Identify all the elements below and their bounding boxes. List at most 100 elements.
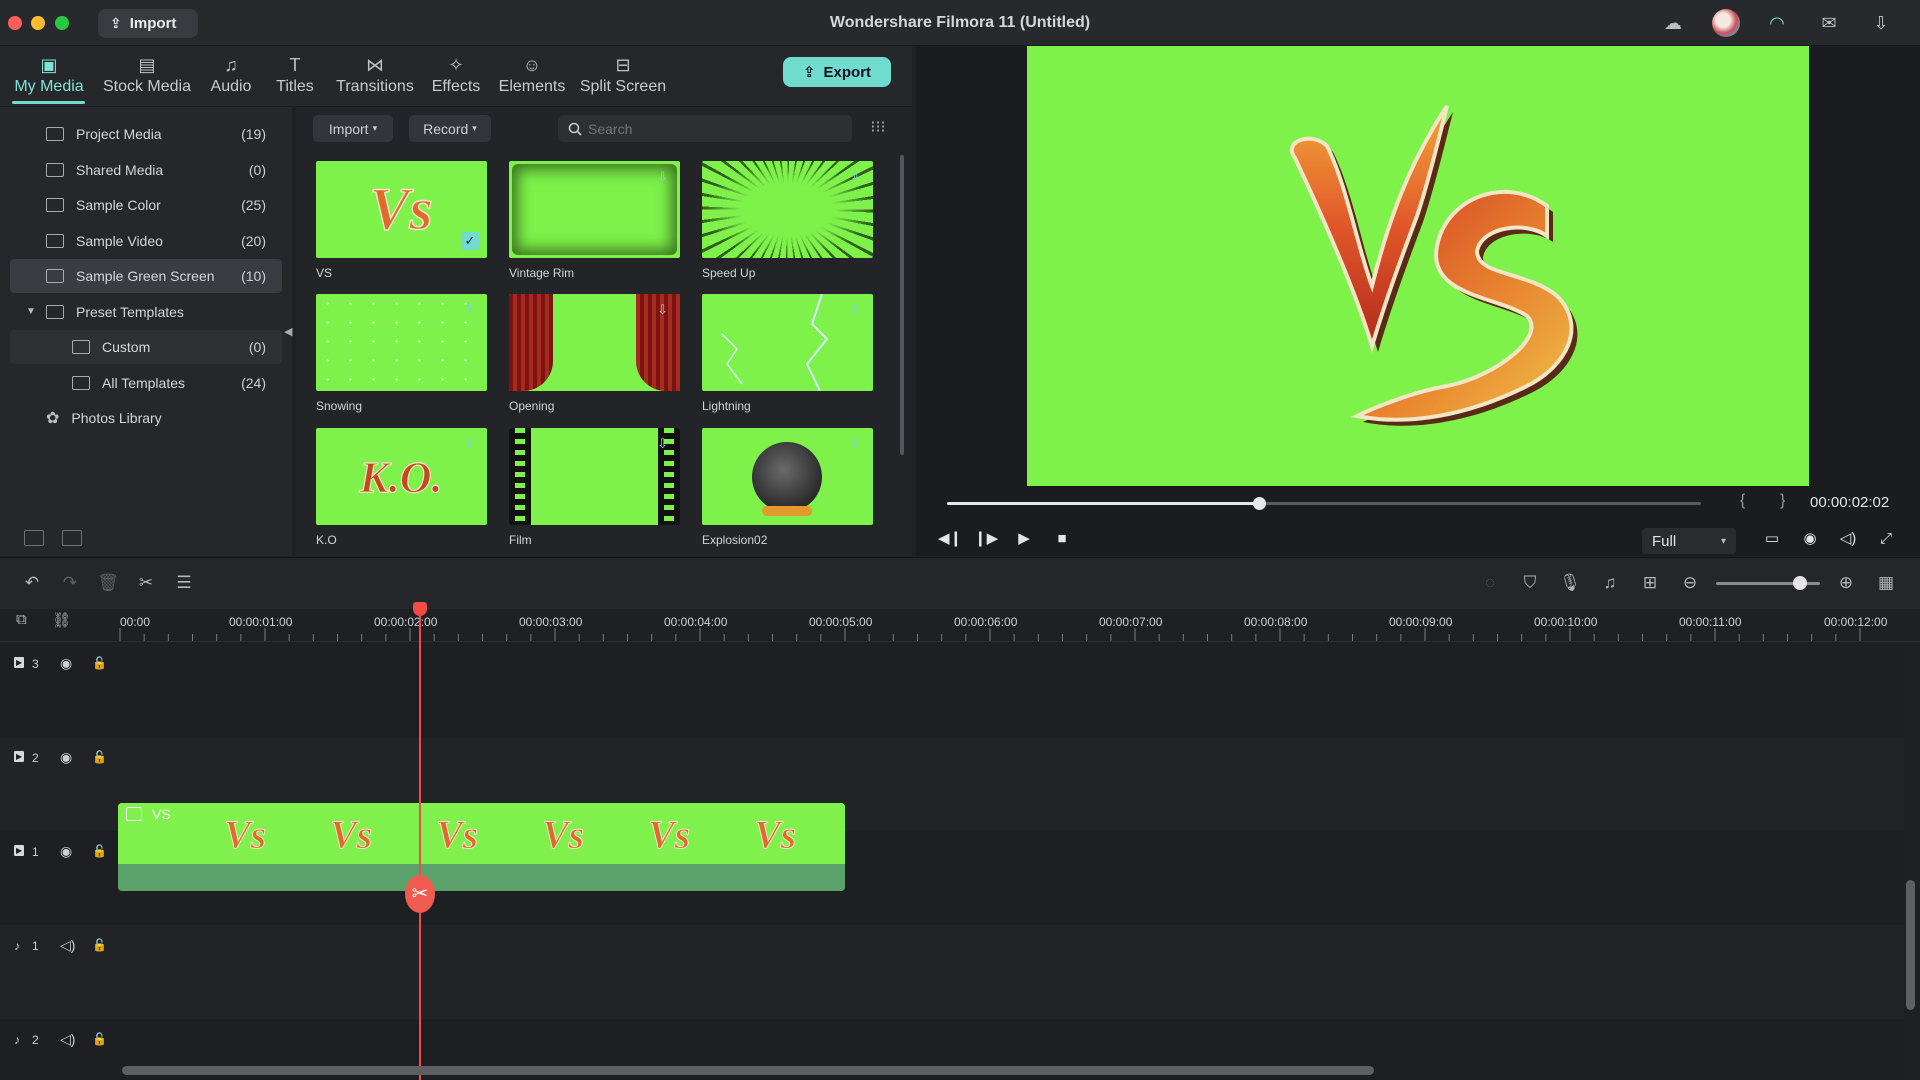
eye-icon[interactable]: ◉ bbox=[60, 843, 72, 860]
microphone-icon[interactable]: 🎙 bbox=[1558, 572, 1582, 594]
record-dropdown[interactable]: Record ▾ bbox=[409, 115, 491, 142]
timeline-toolbar bbox=[0, 557, 1920, 609]
tab-titles[interactable]: T Titles bbox=[270, 46, 320, 106]
media-thumbnail-film[interactable]: ⇩ bbox=[509, 428, 680, 525]
sidebar-item-sample-color[interactable]: Sample Color (25) bbox=[10, 188, 282, 222]
download-icon[interactable]: ⇩ bbox=[850, 169, 861, 185]
download-icon[interactable]: ⇩ bbox=[657, 169, 668, 185]
search-input[interactable] bbox=[588, 120, 828, 137]
media-thumbnail-k-o[interactable]: K.O. ⇩ bbox=[316, 428, 487, 525]
tab-elements[interactable]: ☺ Elements bbox=[496, 46, 568, 106]
sidebar-item-photos-library[interactable]: ✿ Photos Library bbox=[10, 401, 282, 435]
stop-icon[interactable]: ■ bbox=[1050, 528, 1074, 550]
delete-icon[interactable]: 🗑 bbox=[96, 572, 120, 594]
sidebar-item-shared-media[interactable]: Shared Media (0) bbox=[10, 153, 282, 187]
snap-icon[interactable]: ⊞ bbox=[1638, 572, 1662, 594]
media-thumbnail-vintage-rim[interactable]: ⇩ bbox=[509, 161, 680, 258]
avatar[interactable] bbox=[1712, 9, 1740, 37]
timeline-vertical-scrollbar[interactable] bbox=[1906, 880, 1915, 1010]
tab-split-screen[interactable]: ⊟ Split Screen bbox=[576, 46, 670, 106]
eye-icon[interactable]: ◉ bbox=[60, 749, 72, 766]
sidebar-item-project-media[interactable]: Project Media (19) bbox=[10, 117, 282, 151]
clip-frame-thumbnail: Vs bbox=[541, 812, 585, 858]
grid-view-icon[interactable]: ⁝⁝⁝ bbox=[868, 118, 888, 138]
download-icon[interactable]: ⇩ bbox=[464, 302, 475, 318]
lock-icon[interactable]: 🔓 bbox=[92, 750, 107, 764]
chevron-down-icon[interactable]: ▼ bbox=[26, 306, 36, 317]
snapshot-icon[interactable]: ◉ bbox=[1798, 528, 1822, 550]
zoom-out-icon[interactable]: ⊖ bbox=[1678, 572, 1702, 594]
tab-audio[interactable]: ♫ Audio bbox=[206, 46, 256, 106]
zoom-in-icon[interactable]: ⊕ bbox=[1834, 572, 1858, 594]
media-thumbnail-opening[interactable]: ⇩ bbox=[509, 294, 680, 391]
audio-mixer-icon[interactable]: ♫ bbox=[1598, 572, 1622, 594]
mark-in-icon[interactable]: { bbox=[1740, 492, 1745, 510]
undo-icon[interactable]: ↶ bbox=[20, 572, 44, 594]
track-layout-icon[interactable]: ▦ bbox=[1874, 572, 1898, 594]
speaker-icon[interactable]: ◁) bbox=[60, 937, 75, 954]
minimize-window-button[interactable] bbox=[31, 16, 45, 30]
split-scissors-icon[interactable]: ✂ bbox=[134, 572, 158, 594]
download-icon[interactable]: ⇩ bbox=[657, 302, 668, 318]
lock-icon[interactable]: 🔓 bbox=[92, 1032, 107, 1046]
lock-icon[interactable]: 🔓 bbox=[92, 938, 107, 952]
sidebar-item-custom[interactable]: Custom (0) bbox=[10, 330, 282, 364]
adjust-icon[interactable]: ☰ bbox=[172, 572, 196, 594]
volume-icon[interactable]: ◁) bbox=[1836, 528, 1860, 550]
media-thumbnail-speed-up[interactable]: ⇩ bbox=[702, 161, 873, 258]
timeline-horizontal-scrollbar[interactable] bbox=[122, 1066, 1374, 1075]
play-icon[interactable]: ▶ bbox=[1012, 528, 1036, 550]
import-button-top[interactable]: ⇪ Import bbox=[98, 9, 198, 38]
media-import-dropdown[interactable]: Import ▾ bbox=[313, 115, 393, 142]
open-folder-icon[interactable] bbox=[62, 530, 82, 546]
fullscreen-icon[interactable]: ⤢ bbox=[1874, 528, 1898, 550]
vs-clip[interactable]: VS Vs Vs Vs Vs Vs Vs bbox=[118, 803, 845, 891]
download-icon[interactable]: ⇩ bbox=[850, 436, 861, 452]
preview-quality-select[interactable]: Full ▾ bbox=[1642, 528, 1736, 554]
timeline-zoom-knob[interactable] bbox=[1793, 576, 1807, 590]
render-icon[interactable]: ◌ bbox=[1478, 572, 1502, 594]
split-scissors-marker[interactable]: ✂ bbox=[405, 875, 435, 913]
transitions-icon: ⋈ bbox=[366, 55, 384, 75]
sidebar-item-sample-video[interactable]: Sample Video (20) bbox=[10, 224, 282, 258]
playback-scrubber[interactable] bbox=[1252, 497, 1266, 510]
sidebar-item-preset-templates[interactable]: ▼ Preset Templates bbox=[10, 295, 282, 329]
headset-icon[interactable]: ◠ bbox=[1766, 12, 1788, 34]
eye-icon[interactable]: ◉ bbox=[60, 655, 72, 672]
close-window-button[interactable] bbox=[8, 16, 22, 30]
mark-out-icon[interactable]: } bbox=[1780, 492, 1785, 510]
download-icon[interactable]: ⇩ bbox=[850, 302, 861, 318]
mail-icon[interactable]: ✉ bbox=[1818, 12, 1840, 34]
media-import-label: Import bbox=[328, 120, 369, 137]
redo-icon[interactable]: ↷ bbox=[58, 572, 82, 594]
previous-frame-icon[interactable]: ◀❙ bbox=[938, 528, 962, 550]
playhead-line[interactable] bbox=[419, 604, 421, 1080]
monitor-icon[interactable]: ▭ bbox=[1760, 528, 1784, 550]
export-button[interactable]: ⇪ Export bbox=[783, 57, 891, 87]
cloud-icon[interactable]: ☁ bbox=[1662, 12, 1684, 34]
step-forward-icon[interactable]: ❙▶ bbox=[974, 528, 998, 550]
media-thumbnail-explosion02[interactable]: ⇩ bbox=[702, 428, 873, 525]
download-icon[interactable]: ⇩ bbox=[1870, 12, 1892, 34]
media-scrollbar[interactable] bbox=[900, 155, 904, 455]
new-folder-icon[interactable] bbox=[24, 530, 44, 546]
marker-icon[interactable]: ⛉ bbox=[1518, 572, 1542, 594]
search-box[interactable] bbox=[558, 115, 852, 142]
playhead-handle[interactable] bbox=[413, 602, 427, 616]
download-icon[interactable]: ⇩ bbox=[657, 436, 668, 452]
maximize-window-button[interactable] bbox=[55, 16, 69, 30]
tab-effects[interactable]: ✧ Effects bbox=[428, 46, 484, 106]
download-icon[interactable]: ⇩ bbox=[464, 436, 475, 452]
lock-icon[interactable]: 🔓 bbox=[92, 656, 107, 670]
media-thumbnail-snowing[interactable]: ⇩ bbox=[316, 294, 487, 391]
media-thumbnail-vs[interactable]: Vs ✓ bbox=[316, 161, 487, 258]
speaker-icon[interactable]: ◁) bbox=[60, 1031, 75, 1048]
tab-my-media[interactable]: ▣ My Media bbox=[10, 46, 88, 106]
lock-icon[interactable]: 🔓 bbox=[92, 844, 107, 858]
sidebar-item-sample-green-screen[interactable]: Sample Green Screen (10) bbox=[10, 259, 282, 293]
collapse-sidebar-icon[interactable]: ◀ bbox=[284, 325, 292, 338]
tab-transitions[interactable]: ⋈ Transitions bbox=[332, 46, 418, 106]
media-thumbnail-lightning[interactable]: ⇩ bbox=[702, 294, 873, 391]
sidebar-item-all-templates[interactable]: All Templates (24) bbox=[10, 366, 282, 400]
tab-stock-media[interactable]: ▤ Stock Media bbox=[100, 46, 194, 106]
